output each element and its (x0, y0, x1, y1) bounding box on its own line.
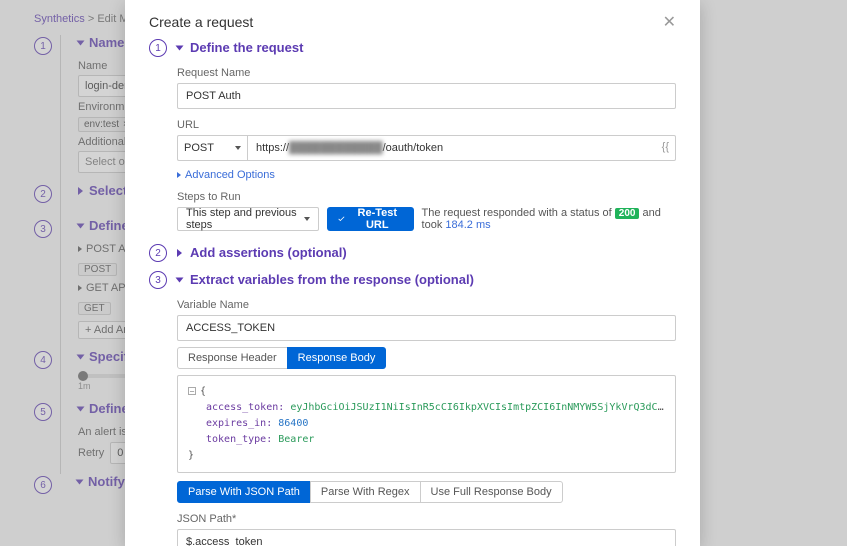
url-label: URL (177, 119, 676, 131)
json-path-input[interactable] (177, 529, 676, 546)
status-code-badge: 200 (615, 208, 640, 219)
request-name-label: Request Name (177, 67, 676, 79)
chevron-right-icon (177, 249, 182, 257)
modal-step-number-2: 2 (149, 244, 167, 262)
collapse-icon[interactable]: − (188, 387, 196, 395)
tab-response-header[interactable]: Response Header (177, 347, 288, 369)
modal-title: Create a request (149, 14, 253, 30)
define-request-header[interactable]: Define the request (177, 38, 303, 57)
test-status-text: The request responded with a status of 2… (422, 207, 676, 231)
json-path-label: JSON Path* (177, 513, 676, 525)
modal-step-number-1: 1 (149, 39, 167, 57)
response-time-link[interactable]: 184.2 ms (445, 219, 490, 231)
chevron-down-icon (176, 45, 184, 50)
steps-to-run-label: Steps to Run (177, 191, 676, 203)
variable-name-input[interactable] (177, 315, 676, 341)
modal-step-number-3: 3 (149, 271, 167, 289)
extract-variables-header[interactable]: Extract variables from the response (opt… (177, 270, 474, 289)
parse-regex-button[interactable]: Parse With Regex (310, 481, 421, 503)
response-body-viewer: −{ access_token: eyJhbGciOiJSUzI1NiIsInR… (177, 375, 676, 473)
caret-down-icon (304, 217, 310, 221)
url-input[interactable]: https://████████████/oauth/token {{ (247, 135, 676, 161)
create-request-modal: Create a request ✕ 1 Define the request … (125, 0, 700, 546)
parse-json-path-button[interactable]: Parse With JSON Path (177, 481, 311, 503)
http-method-select[interactable]: POST (177, 135, 247, 161)
check-icon (337, 214, 346, 225)
chevron-down-icon (176, 277, 184, 282)
request-name-input[interactable] (177, 83, 676, 109)
caret-right-icon (177, 172, 181, 178)
close-icon[interactable]: ✕ (663, 12, 676, 32)
variable-name-label: Variable Name (177, 299, 676, 311)
steps-to-run-select[interactable]: This step and previous steps (177, 207, 319, 231)
caret-down-icon (235, 146, 241, 150)
retest-url-button[interactable]: Re-Test URL (327, 207, 413, 231)
tab-response-body[interactable]: Response Body (287, 347, 387, 369)
variable-icon[interactable]: {{ (662, 141, 669, 153)
add-assertions-header[interactable]: Add assertions (optional) (177, 243, 347, 262)
advanced-options-link[interactable]: Advanced Options (177, 169, 676, 181)
use-full-body-button[interactable]: Use Full Response Body (420, 481, 563, 503)
